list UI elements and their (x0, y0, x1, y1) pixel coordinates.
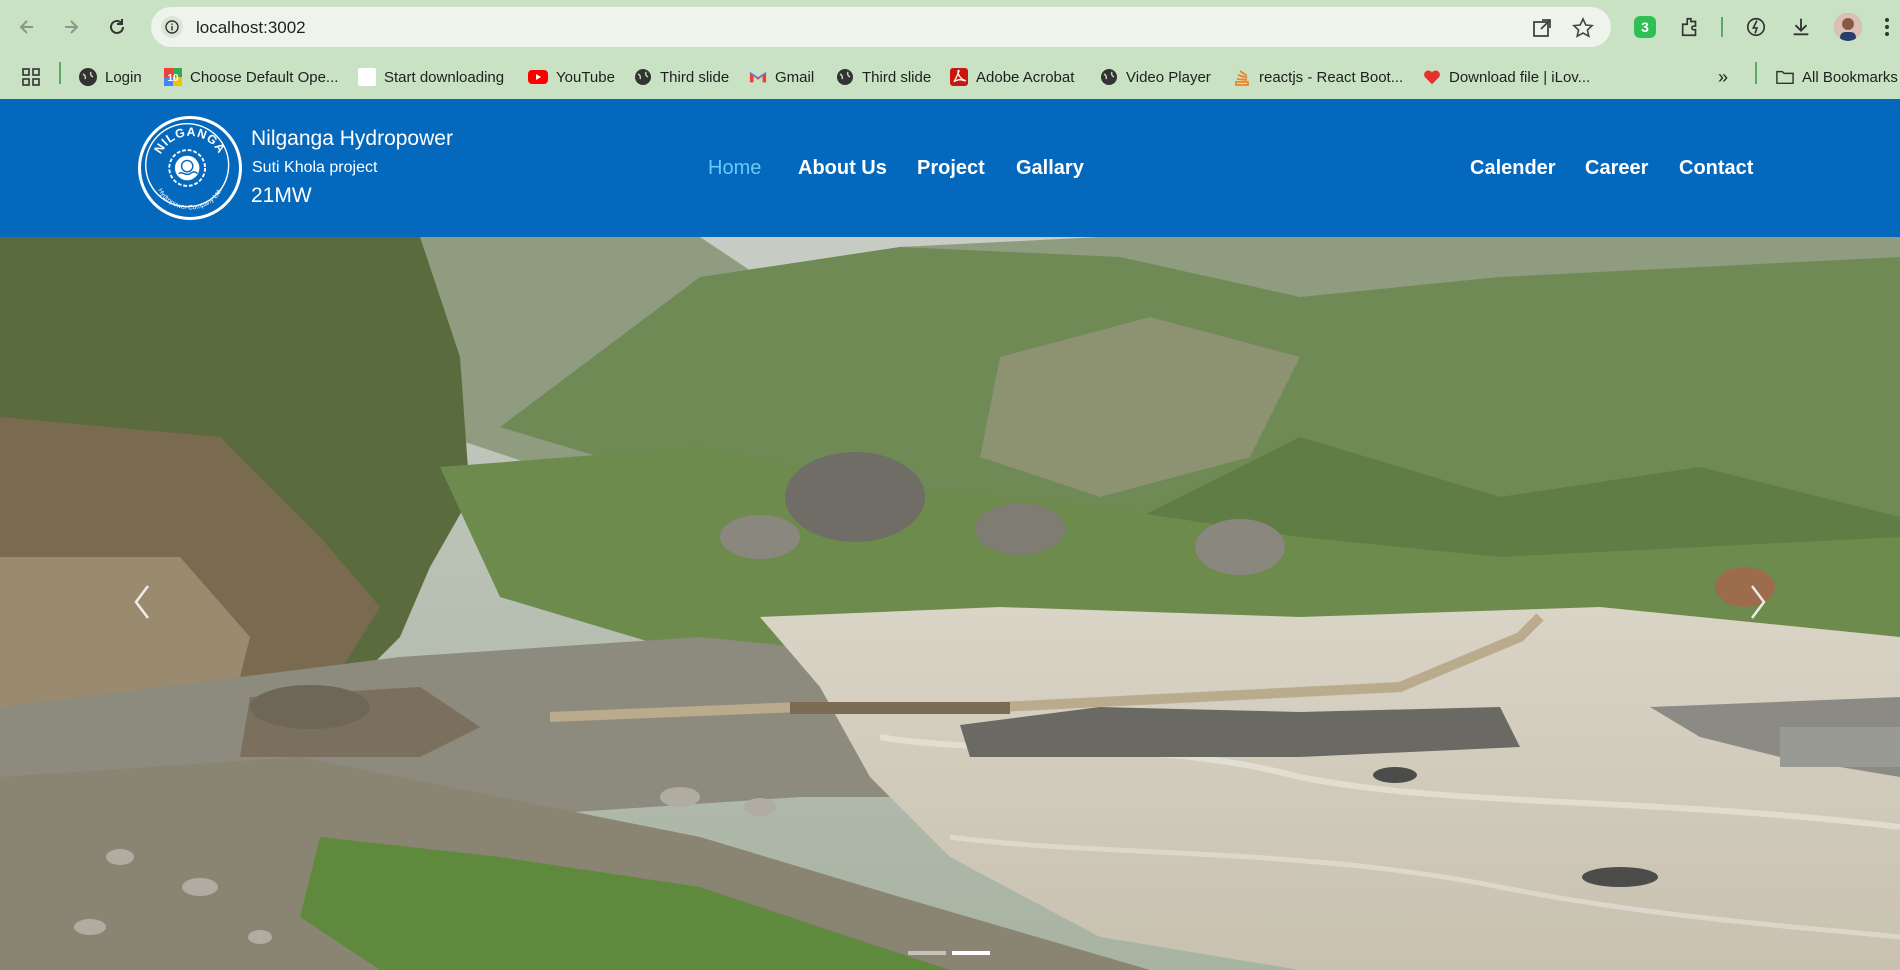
performance-icon[interactable] (1743, 14, 1769, 40)
bookmark-label: YouTube (556, 68, 615, 86)
bookmark-third-slide-2[interactable]: Third slide (836, 65, 931, 89)
chevron-right-icon (1751, 585, 1766, 619)
acrobat-icon (950, 68, 968, 86)
toolbar-divider (1721, 17, 1723, 37)
bookmarks-divider (1755, 62, 1757, 84)
bookmark-label: Video Player (1126, 68, 1211, 86)
site-info-icon[interactable] (161, 16, 183, 38)
download-icon[interactable] (1788, 14, 1814, 40)
nav-career[interactable]: Career (1585, 157, 1648, 180)
company-logo[interactable]: NILGANGA Hydropower Company Ltd. (138, 116, 242, 220)
svg-text:NILGANGA: NILGANGA (151, 125, 228, 156)
browser-toolbar: localhost:3002 3 (0, 0, 1900, 54)
reload-icon (110, 19, 124, 34)
carousel-prev-button[interactable] (122, 582, 162, 622)
profile-avatar[interactable] (1834, 13, 1862, 41)
brand-name: Nilganga Hydropower (251, 127, 453, 150)
extension-badge-icon[interactable]: 3 (1632, 14, 1658, 40)
globe-icon (1100, 68, 1118, 86)
arrow-right-icon (65, 20, 79, 34)
site-header: NILGANGA Hydropower Company Ltd. Nilgang… (0, 99, 1900, 237)
bookmark-choose-default[interactable]: 10 Choose Default Ope... (164, 65, 338, 89)
bookmarks-divider (59, 62, 61, 84)
bookmark-login[interactable]: Login (79, 65, 142, 89)
blank-page-icon (358, 68, 376, 86)
reload-button[interactable] (103, 13, 131, 41)
bookmark-label: Adobe Acrobat (976, 68, 1075, 86)
carousel-next-button[interactable] (1738, 582, 1778, 622)
arrow-left-icon (19, 20, 33, 34)
bookmark-label: reactjs - React Boot... (1259, 68, 1404, 86)
brand-subtitle: Suti Khola project (252, 159, 378, 176)
open-in-app-icon[interactable] (1531, 17, 1553, 39)
globe-icon (836, 68, 854, 86)
bookmark-label: Choose Default Ope... (190, 68, 339, 86)
bookmark-star-icon[interactable] (1571, 17, 1595, 39)
nav-project[interactable]: Project (917, 157, 985, 180)
extensions-puzzle-icon[interactable] (1677, 14, 1703, 40)
apps-grid-icon[interactable] (21, 65, 41, 89)
carousel-slide-image (0, 237, 1900, 970)
bookmark-label: Third slide (862, 68, 932, 86)
nav-gallary[interactable]: Gallary (1016, 157, 1084, 180)
carousel-indicator-1[interactable] (908, 951, 946, 955)
folder-icon (1776, 68, 1794, 86)
globe-icon (79, 68, 97, 86)
bookmark-reactjs[interactable]: reactjs - React Boot... (1233, 65, 1403, 89)
nav-contact[interactable]: Contact (1679, 157, 1753, 180)
bookmark-video-player[interactable]: Video Player (1100, 65, 1211, 89)
bookmark-youtube[interactable]: YouTube (528, 65, 615, 89)
svg-text:10: 10 (167, 73, 179, 84)
all-bookmarks-label: All Bookmarks (1802, 68, 1898, 86)
globe-icon (634, 68, 652, 86)
hero-carousel (0, 237, 1900, 970)
bookmark-label: Login (105, 68, 142, 86)
app-icon: 10 (164, 68, 182, 86)
carousel-indicator-2[interactable] (952, 951, 990, 955)
bookmark-adobe-acrobat[interactable]: Adobe Acrobat (950, 65, 1074, 89)
browser-chrome: localhost:3002 3 Login 10 Choose Default… (0, 0, 1900, 99)
bookmark-label: Start downloading (384, 68, 505, 86)
chevron-left-icon (134, 585, 149, 619)
youtube-icon (528, 70, 548, 84)
bookmark-label: Gmail (775, 68, 815, 86)
all-bookmarks-folder[interactable]: All Bookmarks (1776, 65, 1898, 89)
address-bar[interactable]: localhost:3002 (151, 7, 1611, 47)
bookmarks-overflow-icon[interactable]: » (1718, 65, 1728, 89)
stack-icon (1233, 68, 1251, 86)
brand-capacity: 21MW (251, 184, 312, 207)
url-text[interactable]: localhost:3002 (196, 18, 306, 38)
nav-about-us[interactable]: About Us (798, 157, 887, 180)
bookmark-start-downloading[interactable]: Start downloading (358, 65, 504, 89)
gmail-icon (749, 68, 767, 86)
extension-badge-count: 3 (1634, 16, 1656, 38)
nav-calender[interactable]: Calender (1470, 157, 1556, 180)
bookmark-label: Third slide (660, 68, 730, 86)
back-button[interactable] (13, 13, 41, 41)
svg-text:Hydropower Company Ltd.: Hydropower Company Ltd. (156, 187, 223, 211)
heart-icon (1423, 68, 1441, 86)
nav-home[interactable]: Home (708, 157, 761, 180)
bookmark-download-file[interactable]: Download file | iLov... (1423, 65, 1590, 89)
browser-menu-icon[interactable] (1874, 14, 1900, 40)
forward-button[interactable] (57, 13, 85, 41)
bookmark-gmail[interactable]: Gmail (749, 65, 814, 89)
bookmark-label: Download file | iLov... (1449, 68, 1591, 86)
bookmark-third-slide-1[interactable]: Third slide (634, 65, 729, 89)
